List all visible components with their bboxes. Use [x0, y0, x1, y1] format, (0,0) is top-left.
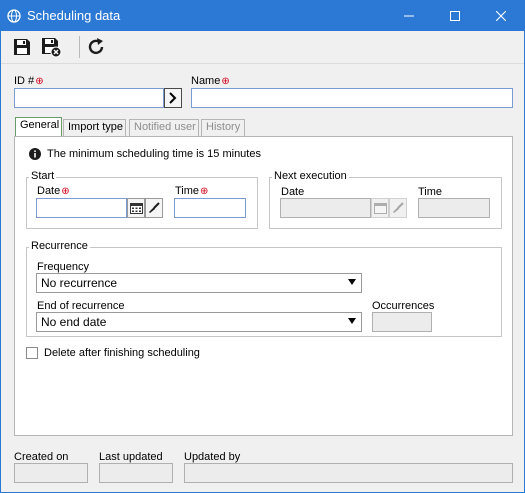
- frequency-select[interactable]: No recurrence: [36, 273, 362, 293]
- end-of-recurrence-select[interactable]: No end date: [36, 312, 362, 332]
- next-execution-clear-button: [389, 198, 407, 218]
- id-label: ID #⊕: [14, 75, 44, 87]
- close-button[interactable]: [478, 1, 524, 31]
- next-execution-date-label: Date: [281, 186, 305, 198]
- eraser-brush-icon: [393, 202, 404, 213]
- start-time-label: Time⊕: [175, 185, 209, 197]
- delete-after-label: Delete after finishing scheduling: [44, 347, 200, 359]
- created-on-field: [14, 463, 88, 483]
- save-close-icon: [42, 38, 62, 58]
- tab-history: History: [201, 119, 245, 136]
- calendar-icon: [129, 203, 143, 214]
- start-date-clear-button[interactable]: [145, 198, 163, 218]
- next-execution-group: Next execution Date Time: [269, 170, 502, 229]
- id-input[interactable]: [14, 88, 164, 108]
- created-on-label: Created on: [14, 451, 69, 463]
- occurrences-input: [372, 312, 432, 332]
- delete-after-checkbox[interactable]: [26, 347, 38, 359]
- close-icon: [496, 11, 506, 21]
- refresh-button[interactable]: [84, 35, 108, 59]
- maximize-icon: [450, 11, 460, 21]
- tab-notified-user: Notified user: [129, 119, 199, 136]
- toolbar-separator: [79, 36, 80, 58]
- id-next-button[interactable]: [164, 88, 182, 108]
- title-bar: Scheduling data: [1, 1, 524, 31]
- chevron-right-icon: [169, 92, 177, 104]
- info-text: The minimum scheduling time is 15 minute…: [47, 148, 261, 160]
- next-execution-time-input: [418, 198, 490, 218]
- start-date-label: Date⊕: [37, 185, 70, 197]
- next-execution-time-label: Time: [418, 186, 443, 198]
- toolbar: [1, 31, 524, 64]
- end-of-recurrence-value: No end date: [41, 315, 107, 329]
- last-updated-label: Last updated: [99, 451, 163, 463]
- start-group-title: Start: [29, 170, 57, 182]
- last-updated-field: [99, 463, 173, 483]
- minimize-button[interactable]: [386, 1, 432, 31]
- next-execution-calendar-button: [371, 198, 389, 218]
- save-icon: [14, 39, 30, 55]
- calendar-icon: [373, 203, 387, 214]
- next-execution-date-input: [280, 198, 371, 218]
- updated-by-field: [184, 463, 513, 483]
- start-group: Start Date⊕ Time⊕: [26, 170, 258, 229]
- required-icon: ⊕: [200, 186, 209, 197]
- updated-by-label: Updated by: [184, 451, 241, 463]
- info-icon: [29, 148, 41, 160]
- end-of-recurrence-label: End of recurrence: [37, 300, 125, 312]
- tab-general[interactable]: General: [15, 117, 62, 137]
- recurrence-group: Recurrence Frequency No recurrence End o…: [26, 240, 502, 337]
- save-button[interactable]: [10, 35, 34, 59]
- start-date-input[interactable]: [36, 198, 127, 218]
- minimize-icon: [404, 15, 414, 17]
- tab-import-type[interactable]: Import type: [63, 119, 126, 136]
- general-tab-panel: The minimum scheduling time is 15 minute…: [14, 136, 513, 436]
- name-input[interactable]: [191, 88, 513, 108]
- next-execution-group-title: Next execution: [272, 170, 349, 182]
- frequency-label: Frequency: [37, 261, 89, 273]
- occurrences-label: Occurrences: [372, 300, 435, 312]
- maximize-button[interactable]: [432, 1, 478, 31]
- window-title: Scheduling data: [27, 8, 121, 23]
- required-icon: ⊕: [35, 76, 44, 87]
- dropdown-arrow-icon: [348, 318, 356, 324]
- recurrence-group-title: Recurrence: [29, 240, 90, 252]
- app-globe-icon: [7, 9, 21, 23]
- save-and-close-button[interactable]: [39, 35, 63, 59]
- dropdown-arrow-icon: [348, 279, 356, 285]
- start-time-input[interactable]: [174, 198, 246, 218]
- required-icon: ⊕: [61, 186, 70, 197]
- start-date-calendar-button[interactable]: [127, 198, 145, 218]
- required-icon: ⊕: [221, 76, 230, 87]
- eraser-brush-icon: [149, 202, 160, 213]
- frequency-value: No recurrence: [41, 276, 118, 290]
- refresh-icon: [88, 38, 104, 55]
- scheduling-data-window: Scheduling data ID #⊕ Name⊕ General Impo…: [0, 0, 525, 493]
- name-label: Name⊕: [191, 75, 230, 87]
